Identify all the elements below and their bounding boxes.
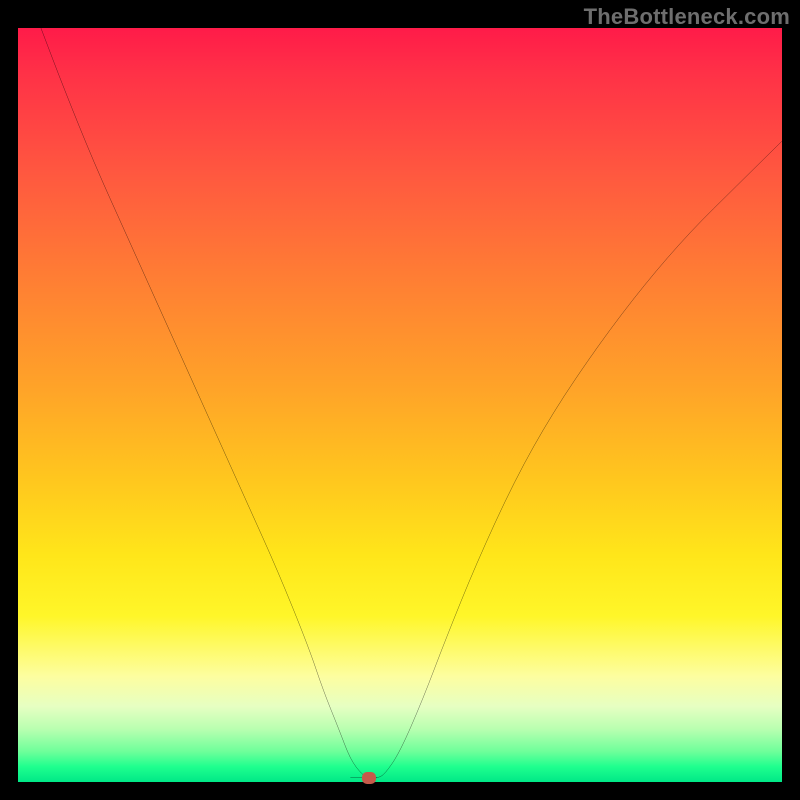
watermark-text: TheBottleneck.com [584,4,790,30]
plot-area [18,28,782,782]
min-marker [362,772,376,784]
bottleneck-curve-path [41,28,782,778]
curve-svg [18,28,782,782]
chart-frame: TheBottleneck.com [0,0,800,800]
